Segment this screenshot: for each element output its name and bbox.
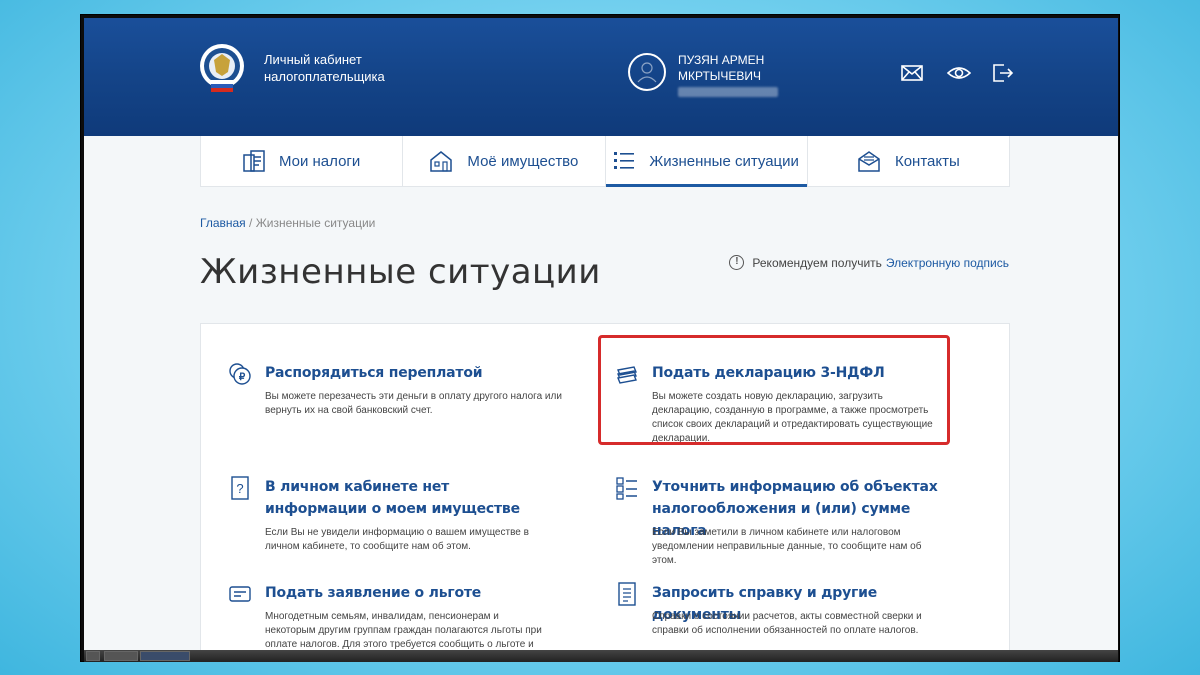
ruble-coin-icon: ₽ <box>229 363 251 385</box>
brand-title[interactable]: Личный кабинет налогоплательщика <box>264 51 385 85</box>
document-icon <box>618 582 636 606</box>
recommend-text: Рекомендуем получить <box>752 255 882 270</box>
benefit-form-icon <box>229 586 251 602</box>
breadcrumb: Главная / Жизненные ситуации <box>200 216 375 230</box>
user-name[interactable]: ПУЗЯН АРМЕН МКРТЫЧЕВИЧ <box>678 52 764 84</box>
taskbar-app-button[interactable] <box>140 651 190 661</box>
fns-emblem-logo[interactable] <box>199 40 245 96</box>
card-title[interactable]: Распорядиться переплатой <box>265 362 555 384</box>
info-icon: ! <box>729 255 745 270</box>
card-clarify-tax-objects[interactable]: Уточнить информацию об объектах налогооб… <box>616 476 938 566</box>
card-title[interactable]: Подать заявление о льготе <box>265 582 555 604</box>
user-name-line-1: ПУЗЯН АРМЕН <box>678 53 765 67</box>
list-icon <box>614 152 635 169</box>
taskbar <box>84 650 1118 662</box>
brand-line-1: Личный кабинет <box>264 52 362 67</box>
nav-tab-label: Моё имущество <box>467 152 579 170</box>
page-title: Жизненные ситуации <box>200 252 601 292</box>
monitor-frame: Личный кабинет налогоплательщика ПУЗЯН А… <box>80 14 1120 662</box>
e-signature-link[interactable]: Электронную подпись <box>886 256 1009 270</box>
card-description: Если Вы заметили в личном кабинете или н… <box>652 527 922 566</box>
question-document-icon: ? <box>231 476 249 500</box>
nav-tab-label: Жизненные ситуации <box>649 152 799 170</box>
breadcrumb-current: Жизненные ситуации <box>255 216 376 230</box>
mail-icon[interactable] <box>900 61 924 85</box>
card-title[interactable]: В личном кабинете нет информации о моем … <box>265 476 555 520</box>
card-overpayment[interactable]: ₽ Распорядиться переплатой Вы можете пер… <box>229 362 562 422</box>
site-header: Личный кабинет налогоплательщика ПУЗЯН А… <box>84 18 1118 136</box>
taskbar-start-button[interactable] <box>86 651 100 661</box>
brand-line-2: налогоплательщика <box>264 69 385 84</box>
breadcrumb-home-link[interactable]: Главная <box>200 216 246 230</box>
signature-recommendation: ! Рекомендуем получить Электронную подпи… <box>729 255 1009 270</box>
card-missing-property[interactable]: ? В личном кабинете нет информации о мое… <box>229 476 549 556</box>
card-description: Вы можете перезачесть эти деньги в оплат… <box>265 391 562 416</box>
taxes-icon <box>243 150 265 172</box>
user-inn-blurred <box>678 87 778 97</box>
card-request-documents[interactable]: Запросить справку и другие документы Спр… <box>616 582 936 642</box>
nav-tab-my-property[interactable]: Моё имущество <box>403 136 606 186</box>
property-icon <box>430 151 453 172</box>
nav-tab-my-taxes[interactable]: Мои налоги <box>201 136 404 186</box>
main-nav: Мои налоги Моё имущество Жизненные ситуа… <box>200 136 1010 187</box>
logout-icon[interactable] <box>990 61 1014 85</box>
card-description: Справки о состоянии расчетов, акты совме… <box>652 611 922 636</box>
nav-tab-contacts[interactable]: Контакты <box>808 136 1009 186</box>
user-silhouette-icon <box>637 62 657 83</box>
avatar[interactable] <box>628 53 666 91</box>
browser-viewport: Личный кабинет налогоплательщика ПУЗЯН А… <box>84 18 1118 662</box>
nav-tab-label: Контакты <box>894 152 960 170</box>
nav-tab-life-situations[interactable]: Жизненные ситуации <box>605 136 808 187</box>
breadcrumb-separator: / <box>249 216 253 230</box>
card-description: Если Вы не увидели информацию о вашем им… <box>265 527 529 552</box>
checklist-icon <box>616 477 637 500</box>
eye-icon[interactable] <box>947 61 971 85</box>
contacts-icon <box>858 151 880 172</box>
svg-text:?: ? <box>236 481 243 496</box>
user-name-line-2: МКРТЫЧЕВИЧ <box>678 69 762 83</box>
nav-tab-label: Мои налоги <box>278 152 361 170</box>
svg-text:₽: ₽ <box>239 372 246 383</box>
highlight-box <box>598 335 950 445</box>
taskbar-app-button[interactable] <box>104 651 138 661</box>
